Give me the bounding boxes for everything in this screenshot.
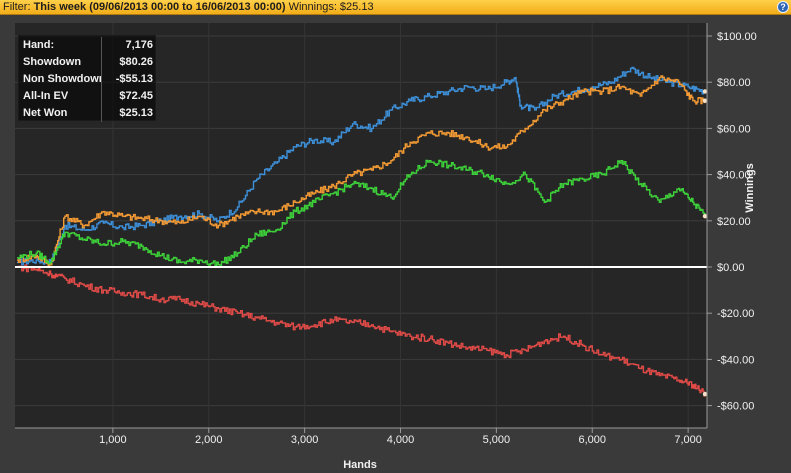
stat-value: -$55.13	[115, 73, 153, 85]
stat-row-all-in-ev: All-In EV $72.45	[19, 88, 157, 105]
x-tick-label: 7,000	[674, 434, 702, 446]
x-axis-title: Hands	[343, 459, 377, 471]
stat-value: $80.26	[119, 56, 153, 68]
x-tick-label: 5,000	[483, 434, 511, 446]
x-tick-label: 6,000	[578, 434, 606, 446]
stat-row-showdown: Showdown $80.26	[19, 54, 157, 71]
series-line-non-showdown	[17, 264, 706, 397]
stat-row-hands: Hand: 7,176	[19, 37, 157, 54]
y-tick-label: -$60.00	[717, 401, 754, 413]
x-tick-label: 1,000	[99, 434, 127, 446]
stats-panel: Hand: 7,176 Showdown $80.26 Non Showdown…	[18, 35, 157, 122]
x-tick-label: 3,000	[291, 434, 319, 446]
stat-value: 7,176	[125, 39, 153, 51]
stat-row-net-won: Net Won $25.13	[19, 105, 157, 122]
stat-value: $25.13	[119, 107, 153, 119]
stat-row-non-showdown: Non Showdown -$55.13	[19, 71, 157, 88]
series-line-showdown	[17, 159, 706, 268]
x-tick-label: 2,000	[195, 434, 223, 446]
stat-label: All-In EV	[23, 90, 69, 102]
stat-label: Net Won	[23, 107, 68, 119]
stat-label: Non Showdown	[23, 73, 101, 85]
y-tick-label: $0.00	[717, 262, 745, 274]
y-tick-label: -$40.00	[717, 354, 754, 366]
y-tick-label: $80.00	[717, 77, 751, 89]
stat-label: Hand:	[23, 39, 55, 51]
y-axis-title: Winnings	[744, 163, 756, 213]
stat-value: $72.45	[119, 90, 153, 102]
y-tick-label: $60.00	[717, 123, 751, 135]
stat-label: Showdown	[23, 56, 82, 68]
x-tick-label: 4,000	[387, 434, 415, 446]
y-tick-label: -$20.00	[717, 308, 754, 320]
y-tick-label: $100.00	[717, 31, 757, 43]
